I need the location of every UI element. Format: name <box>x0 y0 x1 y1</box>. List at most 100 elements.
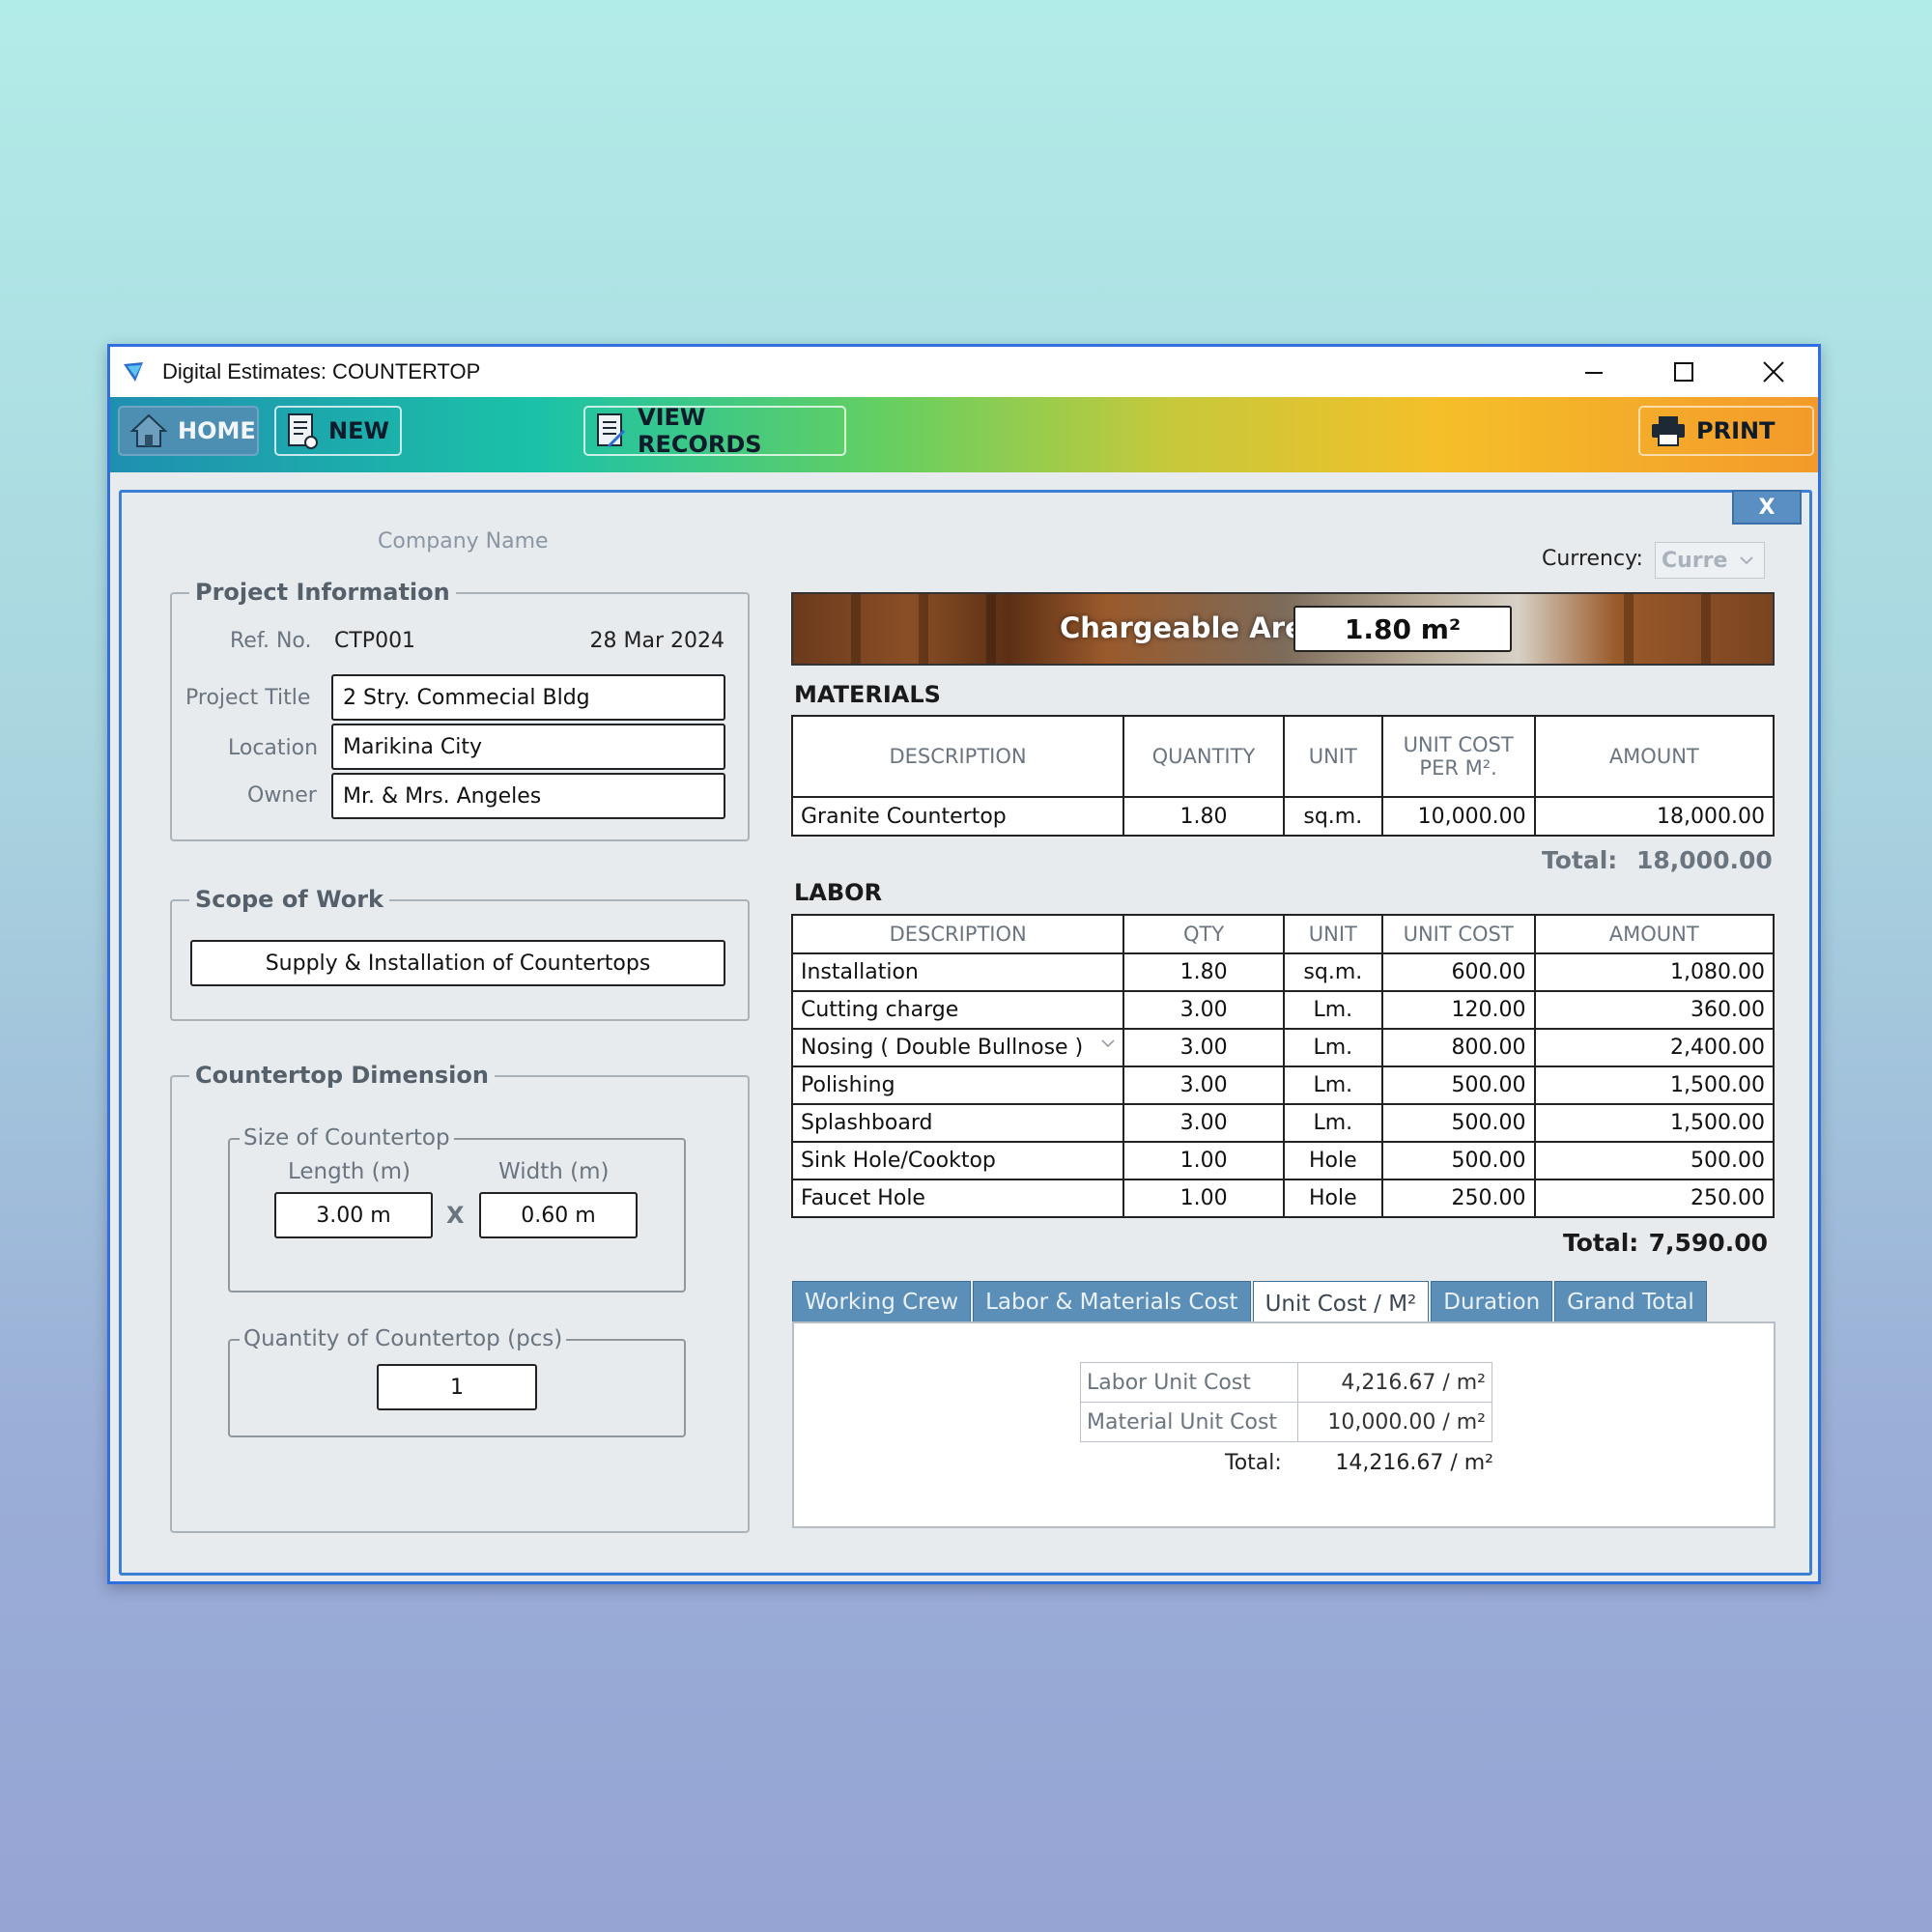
cell-unit-cost[interactable]: 600.00 <box>1380 952 1536 992</box>
table-row[interactable]: Polishing 3.00 Lm. 500.00 1,500.00 <box>790 1065 1776 1105</box>
chargeable-area-label: Chargeable Area <box>1060 611 1323 644</box>
owner-label: Owner <box>247 783 317 808</box>
materials-table: DESCRIPTION QUANTITY UNIT UNIT COST PER M… <box>790 715 1776 837</box>
chevron-down-icon[interactable] <box>1101 1039 1115 1048</box>
house-icon <box>129 412 168 450</box>
summary-tabs: Working Crew Labor & Materials Cost Unit… <box>792 1281 1709 1325</box>
minimize-button[interactable] <box>1548 347 1638 397</box>
table-row[interactable]: Splashboard 3.00 Lm. 500.00 1,500.00 <box>790 1103 1776 1143</box>
location-label: Location <box>228 736 319 760</box>
cell-qty[interactable]: 3.00 <box>1122 1103 1285 1143</box>
app-window: Digital Estimates: COUNTERTOP HOME NEW V… <box>107 344 1821 1584</box>
ref-no-label: Ref. No. <box>230 629 312 653</box>
countertop-dimension-group: Countertop Dimension Size of Countertop … <box>170 1062 750 1533</box>
cell-qty[interactable]: 3.00 <box>1122 1065 1285 1105</box>
chevron-down-icon <box>1740 556 1754 565</box>
table-row[interactable]: Nosing ( Double Bullnose ) 3.00 Lm. 800.… <box>790 1028 1776 1067</box>
cell-unit-cost[interactable]: 800.00 <box>1380 1028 1536 1067</box>
cell-qty[interactable]: 1.00 <box>1122 1141 1285 1180</box>
currency-dropdown[interactable]: Curre <box>1655 542 1765 579</box>
cell-description[interactable]: Installation <box>790 952 1125 992</box>
cell-description-dropdown[interactable]: Nosing ( Double Bullnose ) <box>790 1028 1125 1067</box>
cell-unit-cost[interactable]: 10,000.00 <box>1380 796 1536 837</box>
cell-qty[interactable]: 3.00 <box>1122 1028 1285 1067</box>
materials-header-amount: AMOUNT <box>1533 715 1776 798</box>
cell-amount: 18,000.00 <box>1533 796 1776 837</box>
cell-unit[interactable]: Hole <box>1282 1141 1383 1180</box>
labor-header-qty: QTY <box>1122 914 1285 954</box>
table-row[interactable]: Granite Countertop 1.80 sq.m. 10,000.00 … <box>790 796 1776 837</box>
cell-unit[interactable]: Lm. <box>1282 990 1383 1030</box>
cell-description[interactable]: Faucet Hole <box>790 1179 1125 1218</box>
estimate-panel: X Company Name Project Information Ref. … <box>119 490 1812 1576</box>
new-button[interactable]: NEW <box>274 406 402 456</box>
cell-unit-cost[interactable]: 500.00 <box>1380 1141 1536 1180</box>
tab-working-crew[interactable]: Working Crew <box>792 1281 972 1323</box>
materials-header-unit: UNIT <box>1282 715 1383 798</box>
toolbar: HOME NEW VIEW RECORDS PRINT <box>110 397 1818 472</box>
tab-duration[interactable]: Duration <box>1431 1281 1553 1323</box>
length-field[interactable]: 3.00 m <box>274 1192 433 1238</box>
cell-description[interactable]: Granite Countertop <box>790 796 1125 837</box>
cell-amount: 1,500.00 <box>1533 1065 1776 1105</box>
cell-unit-cost[interactable]: 250.00 <box>1380 1179 1536 1218</box>
cell-qty[interactable]: 3.00 <box>1122 990 1285 1030</box>
cell-unit[interactable]: sq.m. <box>1282 796 1383 837</box>
records-icon <box>595 412 628 450</box>
cell-description[interactable]: Polishing <box>790 1065 1125 1105</box>
cell-unit[interactable]: Hole <box>1282 1179 1383 1218</box>
cell-qty[interactable]: 1.00 <box>1122 1179 1285 1218</box>
chargeable-area-value: 1.80 m² <box>1293 606 1512 652</box>
title-bar[interactable]: Digital Estimates: COUNTERTOP <box>110 347 1818 397</box>
cell-qty[interactable]: 1.80 <box>1122 952 1285 992</box>
table-row[interactable]: Sink Hole/Cooktop 1.00 Hole 500.00 500.0… <box>790 1141 1776 1180</box>
scope-of-work-field[interactable]: Supply & Installation of Countertops <box>190 940 725 986</box>
cell-amount: 250.00 <box>1533 1179 1776 1218</box>
cell-quantity[interactable]: 1.80 <box>1122 796 1285 837</box>
labor-title: LABOR <box>794 879 883 906</box>
quantity-field[interactable]: 1 <box>377 1364 537 1410</box>
table-row[interactable]: Faucet Hole 1.00 Hole 250.00 250.00 <box>790 1179 1776 1218</box>
tab-unit-cost[interactable]: Unit Cost / M² <box>1252 1281 1430 1325</box>
unit-cost-total-value: 14,216.67 / m² <box>1335 1451 1493 1475</box>
maximize-icon <box>1673 362 1693 382</box>
materials-total-value: 18,000.00 <box>1636 846 1773 874</box>
cell-unit[interactable]: Lm. <box>1282 1103 1383 1143</box>
ref-no-value: CTP001 <box>334 629 416 653</box>
tab-labor-materials-cost[interactable]: Labor & Materials Cost <box>973 1281 1251 1323</box>
project-title-label: Project Title <box>185 686 311 710</box>
close-panel-button[interactable]: X <box>1732 490 1802 525</box>
cell-unit-cost[interactable]: 120.00 <box>1380 990 1536 1030</box>
view-records-button[interactable]: VIEW RECORDS <box>583 404 846 458</box>
print-label: PRINT <box>1696 417 1776 444</box>
labor-header-unit: UNIT <box>1282 914 1383 954</box>
new-document-icon <box>286 412 319 450</box>
cell-unit[interactable]: Lm. <box>1282 1065 1383 1105</box>
tab-grand-total[interactable]: Grand Total <box>1554 1281 1707 1323</box>
cell-description[interactable]: Splashboard <box>790 1103 1125 1143</box>
cell-unit[interactable]: Lm. <box>1282 1028 1383 1067</box>
width-field[interactable]: 0.60 m <box>479 1192 638 1238</box>
cell-unit-cost[interactable]: 500.00 <box>1380 1065 1536 1105</box>
table-row[interactable]: Cutting charge 3.00 Lm. 120.00 360.00 <box>790 990 1776 1030</box>
project-title-field[interactable]: 2 Stry. Commecial Bldg <box>331 674 725 721</box>
location-field[interactable]: Marikina City <box>331 724 725 770</box>
materials-header-row: DESCRIPTION QUANTITY UNIT UNIT COST PER M… <box>790 715 1776 798</box>
close-icon <box>1762 361 1784 383</box>
owner-field[interactable]: Mr. & Mrs. Angeles <box>331 773 725 819</box>
cell-description[interactable]: Cutting charge <box>790 990 1125 1030</box>
home-button[interactable]: HOME <box>118 406 259 456</box>
cell-unit-cost[interactable]: 500.00 <box>1380 1103 1536 1143</box>
cell-amount: 360.00 <box>1533 990 1776 1030</box>
cell-description[interactable]: Sink Hole/Cooktop <box>790 1141 1125 1180</box>
labor-header-unit-cost: UNIT COST <box>1380 914 1536 954</box>
close-window-button[interactable] <box>1728 347 1818 397</box>
maximize-button[interactable] <box>1638 347 1728 397</box>
company-name: Company Name <box>378 529 549 554</box>
labor-header-row: DESCRIPTION QTY UNIT UNIT COST AMOUNT <box>790 914 1776 954</box>
cell-amount: 1,080.00 <box>1533 952 1776 992</box>
print-button[interactable]: PRINT <box>1638 406 1814 456</box>
table-row[interactable]: Installation 1.80 sq.m. 600.00 1,080.00 <box>790 952 1776 992</box>
cell-unit[interactable]: sq.m. <box>1282 952 1383 992</box>
width-label: Width (m) <box>498 1159 610 1184</box>
